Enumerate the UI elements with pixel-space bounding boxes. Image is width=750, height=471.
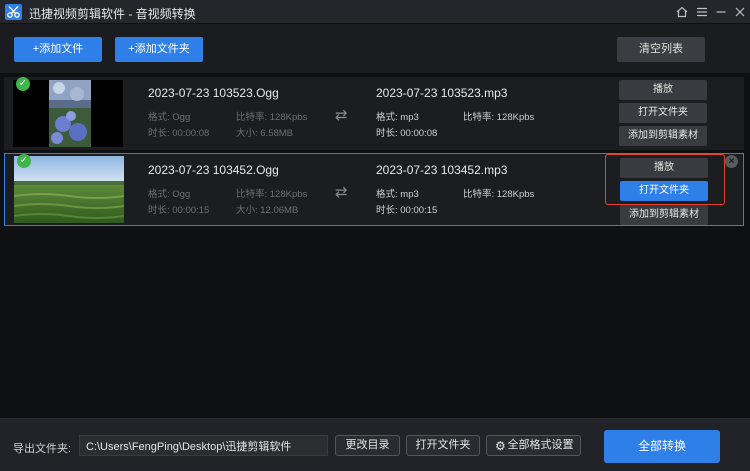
- output-bitrate: 比特率: 128Kpbs: [463, 112, 535, 123]
- window-title: 迅捷视频剪辑软件 - 音视频转换: [29, 7, 196, 21]
- add-to-material-button[interactable]: 添加到剪辑素材: [619, 126, 707, 146]
- format-settings-button[interactable]: ⚙ 全部格式设置: [486, 435, 581, 456]
- source-duration: 时长: 00:00:08: [148, 128, 210, 139]
- export-path-input[interactable]: [79, 435, 328, 456]
- output-duration: 时长: 00:00:15: [376, 205, 438, 216]
- open-export-folder-button[interactable]: 打开文件夹: [406, 435, 480, 456]
- source-bitrate: 比特率: 128Kpbs: [236, 189, 308, 200]
- close-icon[interactable]: [730, 2, 750, 22]
- output-format: 格式: mp3: [376, 112, 419, 123]
- convert-arrows-icon: ⇄: [335, 184, 348, 201]
- source-size: 大小: 6.58MB: [236, 128, 294, 139]
- play-button[interactable]: 播放: [619, 80, 707, 100]
- file-row[interactable]: ✓ 2023-07-23 103523.Ogg 格式: Ogg 比特率: 128…: [4, 77, 744, 150]
- output-bitrate: 比特率: 128Kpbs: [463, 189, 535, 200]
- app-logo-icon: [5, 4, 22, 20]
- output-file-name: 2023-07-23 103523.mp3: [376, 86, 508, 100]
- play-button[interactable]: 播放: [620, 158, 708, 178]
- clear-list-button[interactable]: 清空列表: [617, 37, 705, 62]
- open-folder-button[interactable]: 打开文件夹: [619, 103, 707, 123]
- file-list: ✓ 2023-07-23 103523.Ogg 格式: Ogg 比特率: 128…: [0, 73, 750, 418]
- add-to-material-button[interactable]: 添加到剪辑素材: [620, 205, 708, 225]
- video-thumbnail: [13, 80, 123, 147]
- source-file-name: 2023-07-23 103452.Ogg: [148, 163, 279, 177]
- output-file-name: 2023-07-23 103452.mp3: [376, 163, 508, 177]
- open-folder-button[interactable]: 打开文件夹: [620, 181, 708, 201]
- convert-arrows-icon: ⇄: [335, 107, 348, 124]
- remove-item-icon[interactable]: ×: [725, 155, 738, 168]
- source-bitrate: 比特率: 128Kpbs: [236, 112, 308, 123]
- source-file-name: 2023-07-23 103523.Ogg: [148, 86, 279, 100]
- add-folder-button[interactable]: +添加文件夹: [115, 37, 203, 62]
- add-file-button[interactable]: +添加文件: [14, 37, 102, 62]
- output-duration: 时长: 00:00:08: [376, 128, 438, 139]
- check-icon: ✓: [16, 77, 30, 91]
- menu-icon[interactable]: [692, 2, 712, 22]
- file-row[interactable]: ✓ 2023-07-23 103452.Ogg 格式: Ogg 比特率: 128…: [4, 153, 744, 226]
- convert-all-button[interactable]: 全部转换: [604, 430, 720, 463]
- gear-icon: ⚙: [495, 439, 506, 453]
- output-format: 格式: mp3: [376, 189, 419, 200]
- source-size: 大小: 12.06MB: [236, 205, 299, 216]
- check-icon: ✓: [17, 154, 31, 168]
- minimize-icon[interactable]: [711, 2, 731, 22]
- source-format: 格式: Ogg: [148, 189, 191, 200]
- change-dir-button[interactable]: 更改目录: [335, 435, 400, 456]
- footer-bar: 导出文件夹: 更改目录 打开文件夹 ⚙ 全部格式设置 全部转换: [0, 418, 750, 471]
- export-folder-label: 导出文件夹:: [13, 443, 72, 455]
- source-duration: 时长: 00:00:15: [148, 205, 210, 216]
- title-bar: 迅捷视频剪辑软件 - 音视频转换: [0, 0, 750, 24]
- format-settings-label: 全部格式设置: [507, 439, 574, 451]
- home-icon[interactable]: [672, 2, 692, 22]
- video-thumbnail: [14, 156, 124, 223]
- source-format: 格式: Ogg: [148, 112, 191, 123]
